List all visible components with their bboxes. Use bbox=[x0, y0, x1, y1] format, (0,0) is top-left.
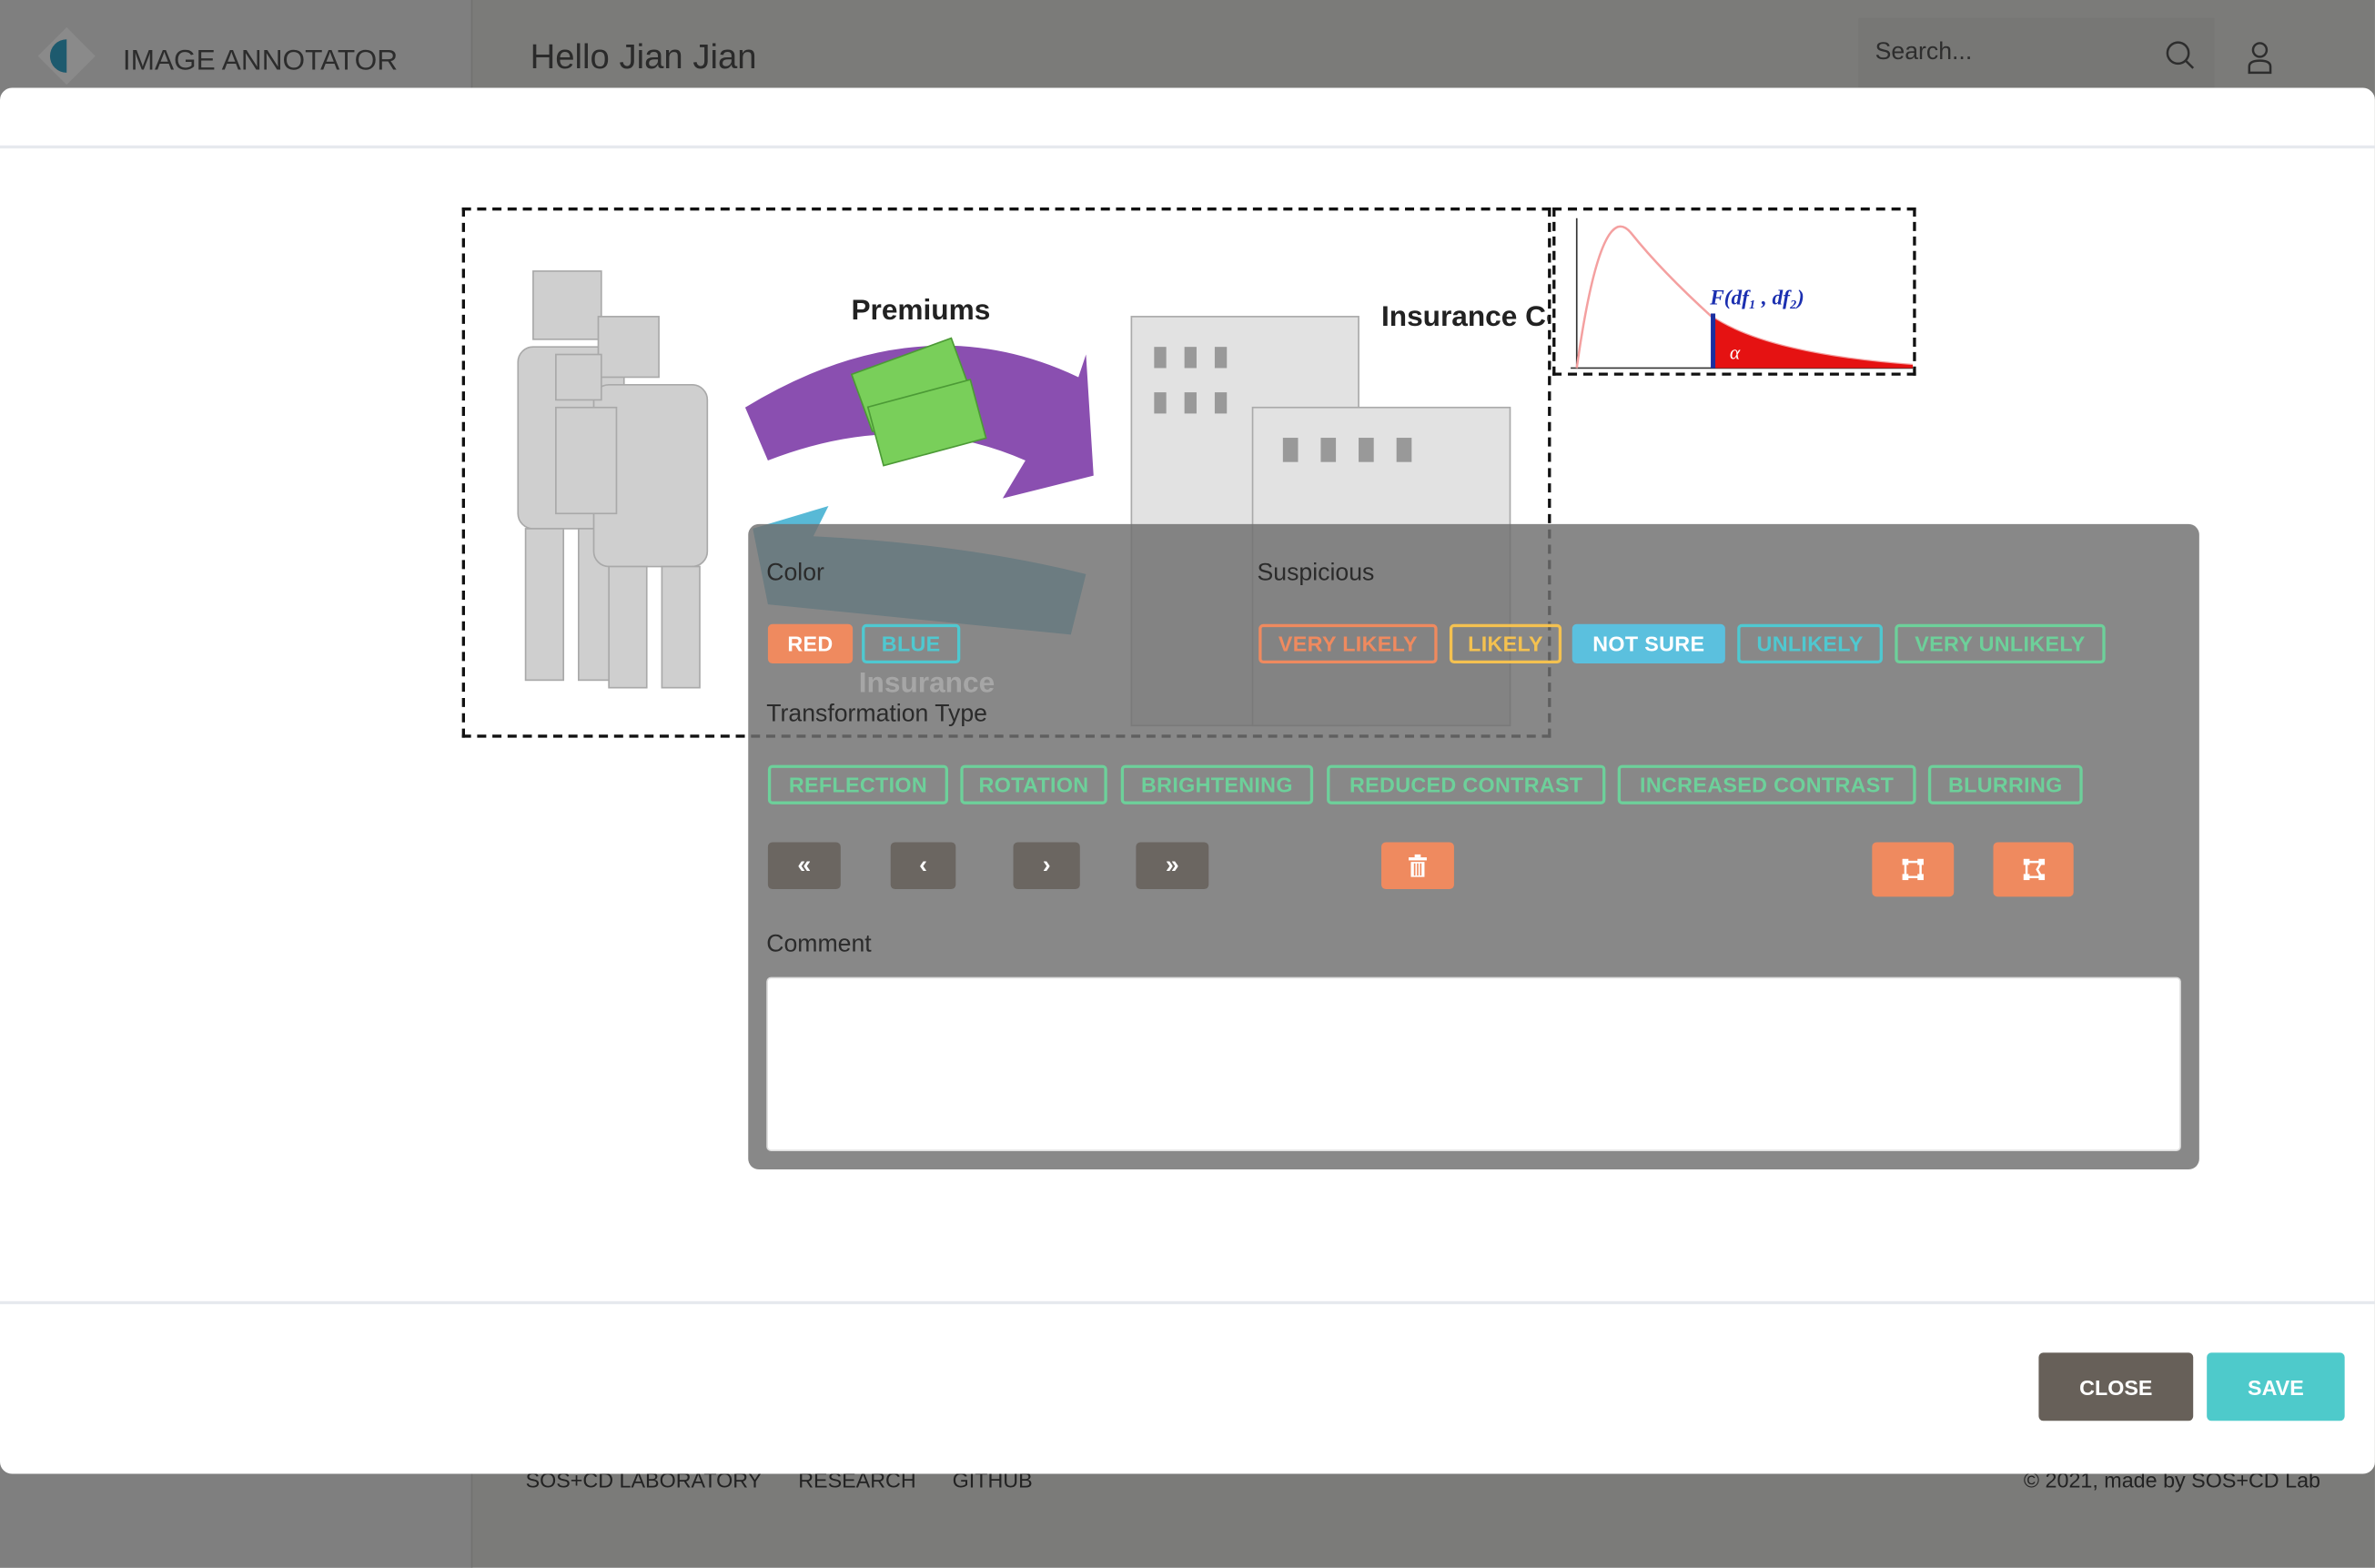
transform-reduced-contrast-button[interactable]: REDUCED CONTRAST bbox=[1327, 764, 1606, 804]
app-title: IMAGE ANNOTATOR bbox=[122, 45, 399, 77]
polygon-icon bbox=[2022, 858, 2045, 881]
suspicious-not-sure-button[interactable]: NOT SURE bbox=[1572, 623, 1725, 664]
annotation-panel: Color Suspicious RED BLUE VERY LIKELY LI… bbox=[748, 523, 2199, 1169]
formula-label: F(df₁ , df₂) bbox=[1709, 287, 1804, 310]
comment-textarea[interactable] bbox=[766, 976, 2181, 1152]
transform-reflection-button[interactable]: REFLECTION bbox=[767, 764, 948, 804]
f-distribution-chart: F(df₁ , df₂) α bbox=[1571, 217, 1914, 369]
search-input[interactable] bbox=[1858, 17, 2215, 88]
transform-rotation-button[interactable]: ROTATION bbox=[960, 764, 1107, 804]
first-button[interactable]: « bbox=[767, 842, 841, 890]
close-button[interactable]: CLOSE bbox=[2038, 1352, 2194, 1421]
user-icon[interactable] bbox=[2246, 41, 2273, 75]
modal-footer-divider bbox=[0, 1300, 2375, 1305]
modal-header-divider bbox=[0, 145, 2375, 149]
suspicious-very-likely-button[interactable]: VERY LIKELY bbox=[1258, 623, 1438, 664]
suspicious-very-unlikely-button[interactable]: VERY UNLIKELY bbox=[1895, 623, 2106, 664]
bounding-box-icon bbox=[1902, 858, 1924, 881]
greeting: Hello Jian Jian bbox=[530, 35, 757, 76]
draw-polygon-button[interactable] bbox=[1993, 842, 2074, 897]
suspicious-unlikely-button[interactable]: UNLIKELY bbox=[1737, 623, 1883, 664]
color-blue-button[interactable]: BLUE bbox=[862, 623, 961, 664]
transform-brightening-button[interactable]: BRIGHTENING bbox=[1120, 764, 1314, 804]
previous-button[interactable]: ‹ bbox=[890, 842, 956, 890]
company-label: Insurance Company bbox=[1381, 299, 1548, 332]
annotation-modal: Premiums Insurance Company F(df₁ , df₂) … bbox=[0, 87, 2375, 1474]
draw-rectangle-button[interactable] bbox=[1872, 842, 1955, 897]
logo-icon bbox=[37, 26, 96, 86]
transform-increased-contrast-button[interactable]: INCREASED CONTRAST bbox=[1617, 764, 1916, 804]
search-icon[interactable] bbox=[2166, 41, 2196, 71]
delete-button[interactable] bbox=[1381, 842, 1454, 890]
alpha-label: α bbox=[1730, 341, 1741, 363]
color-label: Color bbox=[766, 560, 824, 587]
annotation-box-secondary[interactable]: F(df₁ , df₂) α bbox=[1552, 207, 1916, 376]
next-button[interactable]: › bbox=[1013, 842, 1080, 890]
trash-icon bbox=[1408, 854, 1427, 877]
color-red-button[interactable]: RED bbox=[767, 623, 854, 664]
suspicious-likely-button[interactable]: LIKELY bbox=[1449, 623, 1562, 664]
transform-blurring-button[interactable]: BLURRING bbox=[1927, 764, 2083, 804]
suspicious-label: Suspicious bbox=[1257, 560, 1375, 587]
last-button[interactable]: » bbox=[1136, 842, 1209, 890]
premiums-label: Premiums bbox=[851, 293, 990, 326]
comment-label: Comment bbox=[766, 931, 872, 957]
save-button[interactable]: SAVE bbox=[2207, 1352, 2345, 1421]
transformation-label: Transformation Type bbox=[766, 701, 987, 727]
